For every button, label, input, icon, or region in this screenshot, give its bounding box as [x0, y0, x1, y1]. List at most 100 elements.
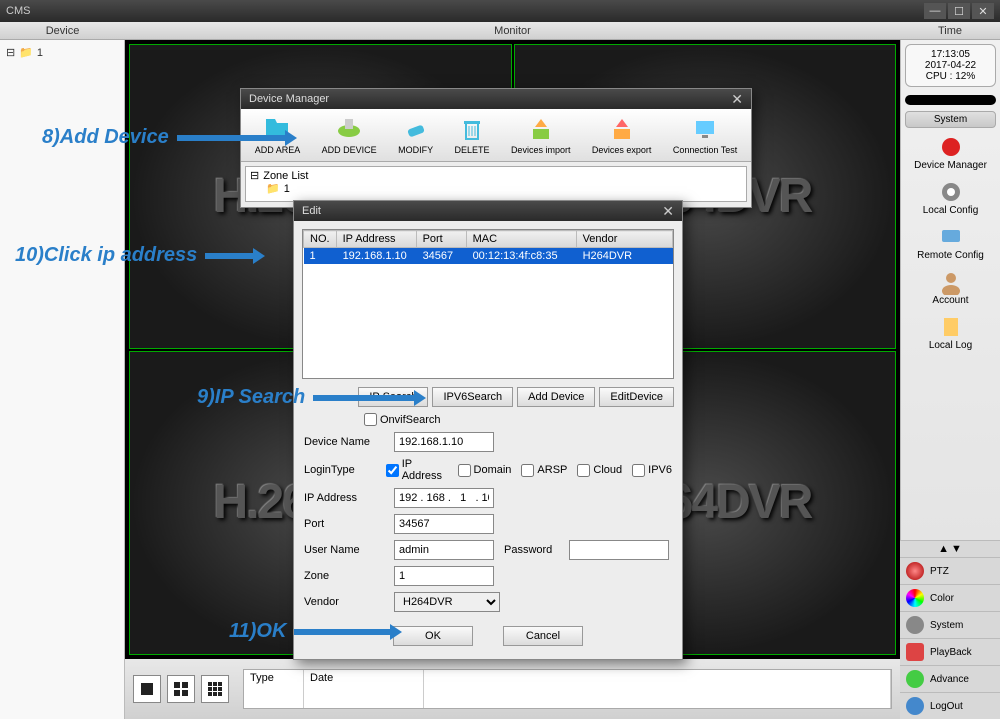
up-icon[interactable]: ▲	[938, 543, 949, 555]
connection-test-button[interactable]: Connection Test	[669, 113, 741, 157]
gear-icon	[906, 616, 924, 634]
col-ip: IP Address	[336, 231, 416, 248]
account-label: Account	[932, 295, 968, 306]
edit-titlebar: Edit ✕	[294, 201, 682, 221]
zone-label: Zone	[304, 570, 384, 582]
device-manager-label: Device Manager	[914, 160, 987, 171]
bottom-bar: Type Date	[125, 659, 900, 719]
table-row[interactable]: 1 192.168.1.10 34567 00:12:13:4f:c8:35 H…	[304, 248, 673, 265]
add-device-button[interactable]: Add Device	[517, 387, 595, 407]
device-manager-item[interactable]: Device Manager	[901, 130, 1000, 175]
ip-input[interactable]	[394, 488, 494, 508]
layout-2x2-button[interactable]	[167, 675, 195, 703]
device-table: NO. IP Address Port MAC Vendor 1 192.168…	[302, 229, 674, 379]
titlebar: CMS — ☐ ✕	[0, 0, 1000, 22]
onvif-checkbox[interactable]	[364, 413, 377, 426]
header-time: Time	[900, 22, 1000, 39]
zone-list: ⊟ Zone List 📁 1	[245, 166, 747, 202]
system-item[interactable]: System	[900, 611, 1000, 638]
zone-item[interactable]: 1	[284, 183, 290, 195]
layout-1x1-button[interactable]	[133, 675, 161, 703]
row-mac: 00:12:13:4f:c8:35	[466, 248, 576, 265]
account-item[interactable]: Account	[901, 265, 1000, 310]
delete-button[interactable]: DELETE	[451, 113, 494, 157]
close-button[interactable]: ✕	[972, 3, 994, 19]
gear-icon	[938, 179, 964, 205]
add-device-button[interactable]: ADD DEVICE	[318, 113, 381, 157]
tree-root-label: 1	[37, 47, 43, 59]
playback-item[interactable]: PlayBack	[900, 638, 1000, 665]
close-icon[interactable]: ✕	[731, 91, 743, 108]
eraser-icon	[402, 115, 430, 143]
device-manager-dialog: Device Manager ✕ ADD AREA ADD DEVICE MOD…	[240, 88, 752, 208]
log-icon	[938, 314, 964, 340]
clock-time: 17:13:05	[910, 49, 991, 60]
pass-label: Password	[504, 544, 559, 556]
ptz-icon	[906, 562, 924, 580]
maximize-button[interactable]: ☐	[948, 3, 970, 19]
export-button[interactable]: Devices export	[588, 113, 656, 157]
domain-checkbox[interactable]	[458, 464, 471, 477]
local-config-item[interactable]: Local Config	[901, 175, 1000, 220]
minimize-button[interactable]: —	[924, 3, 946, 19]
dm-titlebar: Device Manager ✕	[241, 89, 751, 109]
edit-device-button[interactable]: EditDevice	[599, 387, 674, 407]
dm-toolbar: ADD AREA ADD DEVICE MODIFY DELETE Device…	[241, 109, 751, 162]
vendor-label: Vendor	[304, 596, 384, 608]
user-input[interactable]	[394, 540, 494, 560]
row-vendor: H264DVR	[576, 248, 672, 265]
ok-button[interactable]: OK	[393, 626, 473, 646]
row-ip: 192.168.1.10	[336, 248, 416, 265]
ipv6-search-button[interactable]: IPV6Search	[432, 387, 513, 407]
user-icon	[938, 269, 964, 295]
annotation-10: 10)Click ip address	[15, 244, 255, 267]
local-log-item[interactable]: Local Log	[901, 310, 1000, 355]
logout-item[interactable]: LogOut	[900, 692, 1000, 719]
ptz-item[interactable]: PTZ	[900, 557, 1000, 584]
device-plus-icon	[335, 115, 363, 143]
local-config-label: Local Config	[923, 205, 979, 216]
import-button[interactable]: Devices import	[507, 113, 575, 157]
zone-input[interactable]	[394, 566, 494, 586]
cloud-checkbox[interactable]	[577, 464, 590, 477]
minus-icon[interactable]: ⊟	[250, 169, 259, 182]
bottom-right-menu: ▲ ▼ PTZ Color System PlayBack Advance Lo…	[900, 540, 1000, 719]
cancel-button[interactable]: Cancel	[503, 626, 583, 646]
pass-input[interactable]	[569, 540, 669, 560]
minus-icon: ⊟	[6, 46, 15, 59]
ip-label: IP Address	[304, 492, 384, 504]
app-title: CMS	[6, 5, 30, 17]
tree-root[interactable]: ⊟ 📁 1	[4, 44, 120, 61]
remote-config-item[interactable]: Remote Config	[901, 220, 1000, 265]
logout-icon	[906, 697, 924, 715]
device-name-label: Device Name	[304, 436, 384, 448]
modify-button[interactable]: MODIFY	[394, 113, 437, 157]
header-monitor: Monitor	[125, 22, 900, 39]
ip-checkbox[interactable]	[386, 464, 399, 477]
port-input[interactable]	[394, 514, 494, 534]
vendor-select[interactable]: H264DVR	[394, 592, 500, 612]
advance-icon	[906, 670, 924, 688]
close-icon[interactable]: ✕	[662, 203, 674, 220]
folder-icon: 📁	[266, 182, 280, 195]
header-row: Device Monitor Time	[0, 22, 1000, 40]
annotation-8: 8)Add Device	[42, 126, 287, 149]
record-icon	[938, 134, 964, 160]
advance-item[interactable]: Advance	[900, 665, 1000, 692]
play-icon	[906, 643, 924, 661]
row-port: 34567	[416, 248, 466, 265]
clock-cpu: CPU : 12%	[910, 71, 991, 82]
cpu-bar	[905, 95, 996, 105]
color-item[interactable]: Color	[900, 584, 1000, 611]
layout-3x3-button[interactable]	[201, 675, 229, 703]
arsp-checkbox[interactable]	[521, 464, 534, 477]
device-name-input[interactable]	[394, 432, 494, 452]
ipv6-checkbox[interactable]	[632, 464, 645, 477]
down-icon[interactable]: ▼	[951, 543, 962, 555]
folder-icon: 📁	[19, 46, 33, 59]
login-type-label: LoginType	[304, 464, 376, 476]
event-list: Type Date	[243, 669, 892, 709]
zone-list-label: Zone List	[263, 170, 308, 182]
dm-title: Device Manager	[249, 93, 329, 105]
col-port: Port	[416, 231, 466, 248]
